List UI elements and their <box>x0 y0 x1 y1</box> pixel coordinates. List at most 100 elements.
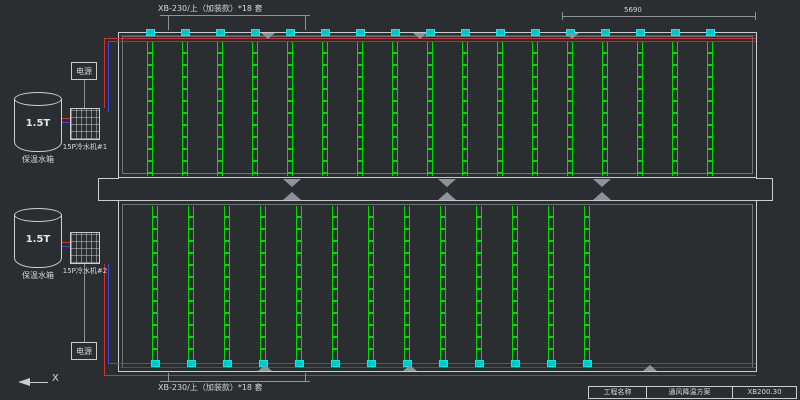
power-feed-top <box>84 80 85 108</box>
fan-coil-unit <box>331 360 340 367</box>
fan-coil-unit <box>181 29 190 36</box>
cooling-duct <box>392 42 398 176</box>
fan-coil-unit <box>286 29 295 36</box>
cooling-duct <box>497 42 503 176</box>
cooling-duct <box>584 206 590 363</box>
corridor-door <box>283 179 301 187</box>
fan-coil-unit <box>583 360 592 367</box>
cooling-duct <box>707 42 713 176</box>
annotation-top-leader-tick <box>305 15 306 30</box>
cooling-duct <box>296 206 302 363</box>
power-feed-bottom <box>84 264 85 342</box>
chiller-label-top: 15P冷水机#1 <box>56 142 114 152</box>
fan-coil-unit <box>295 360 304 367</box>
fan-coil-unit <box>461 29 470 36</box>
pipe-blue-bottom-riser <box>108 264 109 363</box>
power-box-bottom-label: 电源 <box>76 346 92 357</box>
axis-line <box>30 382 48 383</box>
fan-coil-unit <box>356 29 365 36</box>
cooling-duct <box>147 42 153 176</box>
tank-chiller-link-red-bottom <box>62 242 70 243</box>
tank-chiller-link-blue-bottom <box>62 246 70 247</box>
cooling-duct <box>332 206 338 363</box>
corridor-cap-right <box>772 178 773 201</box>
cooling-duct <box>672 42 678 176</box>
cooling-duct <box>322 42 328 176</box>
cooling-duct <box>224 206 230 363</box>
corridor-door <box>438 192 456 200</box>
fan-coil-unit <box>321 29 330 36</box>
cad-canvas: 电源 1.5T 保温水箱 15P冷水机#1 1.5T 保温水箱 15P冷水机#2… <box>0 0 800 400</box>
cooling-duct <box>427 42 433 176</box>
tank-chiller-link-red-top <box>62 118 70 119</box>
cooling-duct <box>217 42 223 176</box>
fan-coil-unit <box>601 29 610 36</box>
power-box-bottom: 电源 <box>71 342 97 360</box>
pipe-magenta-bottom <box>120 367 756 368</box>
wall-vent <box>565 33 579 39</box>
water-tank-top: 1.5T <box>14 92 62 154</box>
cooling-duct <box>368 206 374 363</box>
title-block-name-value: 通风降温方案 <box>647 387 733 398</box>
corridor-door <box>283 192 301 200</box>
tank-capacity-label: 1.5T <box>14 234 62 245</box>
axis-arrow-icon <box>18 378 30 386</box>
fan-coil-unit <box>496 29 505 36</box>
fan-coil-unit <box>391 29 400 36</box>
wall-vent <box>413 33 427 39</box>
cooling-duct <box>357 42 363 176</box>
tank-chiller-link-blue-top <box>62 122 70 123</box>
corridor-cap-left <box>98 178 99 201</box>
fan-coil-unit <box>439 360 448 367</box>
cooling-duct <box>440 206 446 363</box>
corridor-door <box>438 179 456 187</box>
fan-coil-unit <box>547 360 556 367</box>
chiller-unit-top <box>70 108 100 140</box>
annotation-bottom-leader-tick <box>305 373 306 381</box>
fan-coil-unit <box>636 29 645 36</box>
wall-inner-bottom-hall <box>122 204 753 368</box>
dimension-tick <box>755 12 756 20</box>
corridor-wall-right-top <box>756 178 772 179</box>
cooling-duct <box>252 42 258 176</box>
dimension-line <box>562 16 756 17</box>
cooling-duct <box>462 42 468 176</box>
cooling-duct <box>404 206 410 363</box>
tank-caption-top: 保温水箱 <box>8 155 68 165</box>
corridor-wall-right-bottom <box>756 200 772 201</box>
fan-coil-unit <box>671 29 680 36</box>
fan-coil-unit <box>426 29 435 36</box>
fan-coil-unit <box>146 29 155 36</box>
corridor-door <box>593 192 611 200</box>
corridor-door <box>593 179 611 187</box>
cooling-duct <box>532 42 538 176</box>
cooling-duct <box>637 42 643 176</box>
cooling-duct <box>182 42 188 176</box>
corridor-wall-left-bottom <box>98 200 119 201</box>
fan-coil-unit <box>216 29 225 36</box>
dimension-label: 5690 <box>624 5 642 15</box>
cooling-duct <box>260 206 266 363</box>
fan-coil-unit <box>251 29 260 36</box>
cooling-duct <box>512 206 518 363</box>
annotation-top-leader <box>160 15 310 16</box>
cooling-duct <box>548 206 554 363</box>
annotation-top-leader-tick <box>168 15 169 30</box>
fan-coil-unit <box>531 29 540 36</box>
wall-vent <box>261 33 275 39</box>
annotation-bottom-leader <box>160 381 310 382</box>
tank-capacity-label: 1.5T <box>14 118 62 129</box>
corridor-wall-left-top <box>98 178 119 179</box>
cooling-duct <box>567 42 573 176</box>
annotation-bottom: XB-230/上（加装款）*18 套 <box>158 383 263 393</box>
fan-coil-unit <box>475 360 484 367</box>
fan-coil-unit <box>706 29 715 36</box>
axis-label: X <box>52 374 59 384</box>
cooling-duct <box>602 42 608 176</box>
wall-vent <box>258 365 272 371</box>
wall-vent <box>643 365 657 371</box>
pipe-red-bottom <box>104 375 756 376</box>
fan-coil-unit <box>187 360 196 367</box>
cooling-duct <box>287 42 293 176</box>
pipe-red-top <box>104 38 756 39</box>
